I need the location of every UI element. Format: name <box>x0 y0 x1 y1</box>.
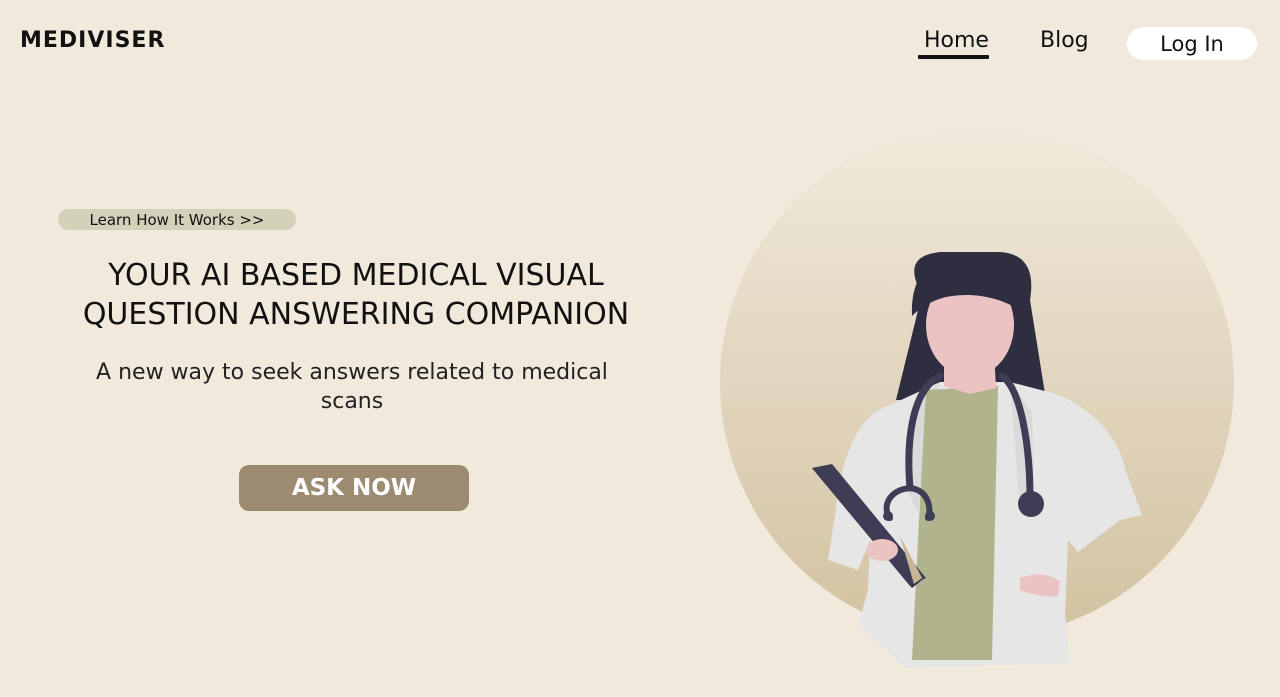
doctor-illustration-icon <box>720 125 1234 668</box>
ask-now-button[interactable]: ASK NOW <box>239 465 469 511</box>
nav-active-underline <box>918 55 989 59</box>
hero-subtitle-line-2: scans <box>320 389 384 414</box>
login-button[interactable]: Log In <box>1127 27 1257 60</box>
hero-title-line-2: QUESTION ANSWERING COMPANION <box>82 297 630 332</box>
shirt <box>912 386 998 660</box>
hero-subtitle: A new way to seek answers related to med… <box>80 358 624 416</box>
logo[interactable]: MEDIVISER <box>20 28 165 53</box>
stethoscope-earpiece-right <box>925 511 935 521</box>
nav-blog-link[interactable]: Blog <box>1040 28 1089 53</box>
stethoscope-chestpiece <box>1018 491 1044 517</box>
stethoscope-earpiece-left <box>883 511 893 521</box>
nav-home-link[interactable]: Home <box>924 28 989 53</box>
hero-subtitle-line-1: A new way to seek answers related to med… <box>96 360 608 385</box>
hero-title-line-1: YOUR AI BASED MEDICAL VISUAL <box>108 258 604 293</box>
learn-how-it-works-button[interactable]: Learn How It Works >> <box>58 209 296 230</box>
hero-title: YOUR AI BASED MEDICAL VISUAL QUESTION AN… <box>50 256 662 334</box>
landing-page: MEDIVISER Home Blog Log In Learn How It … <box>0 0 1280 697</box>
hand-left <box>866 539 898 561</box>
